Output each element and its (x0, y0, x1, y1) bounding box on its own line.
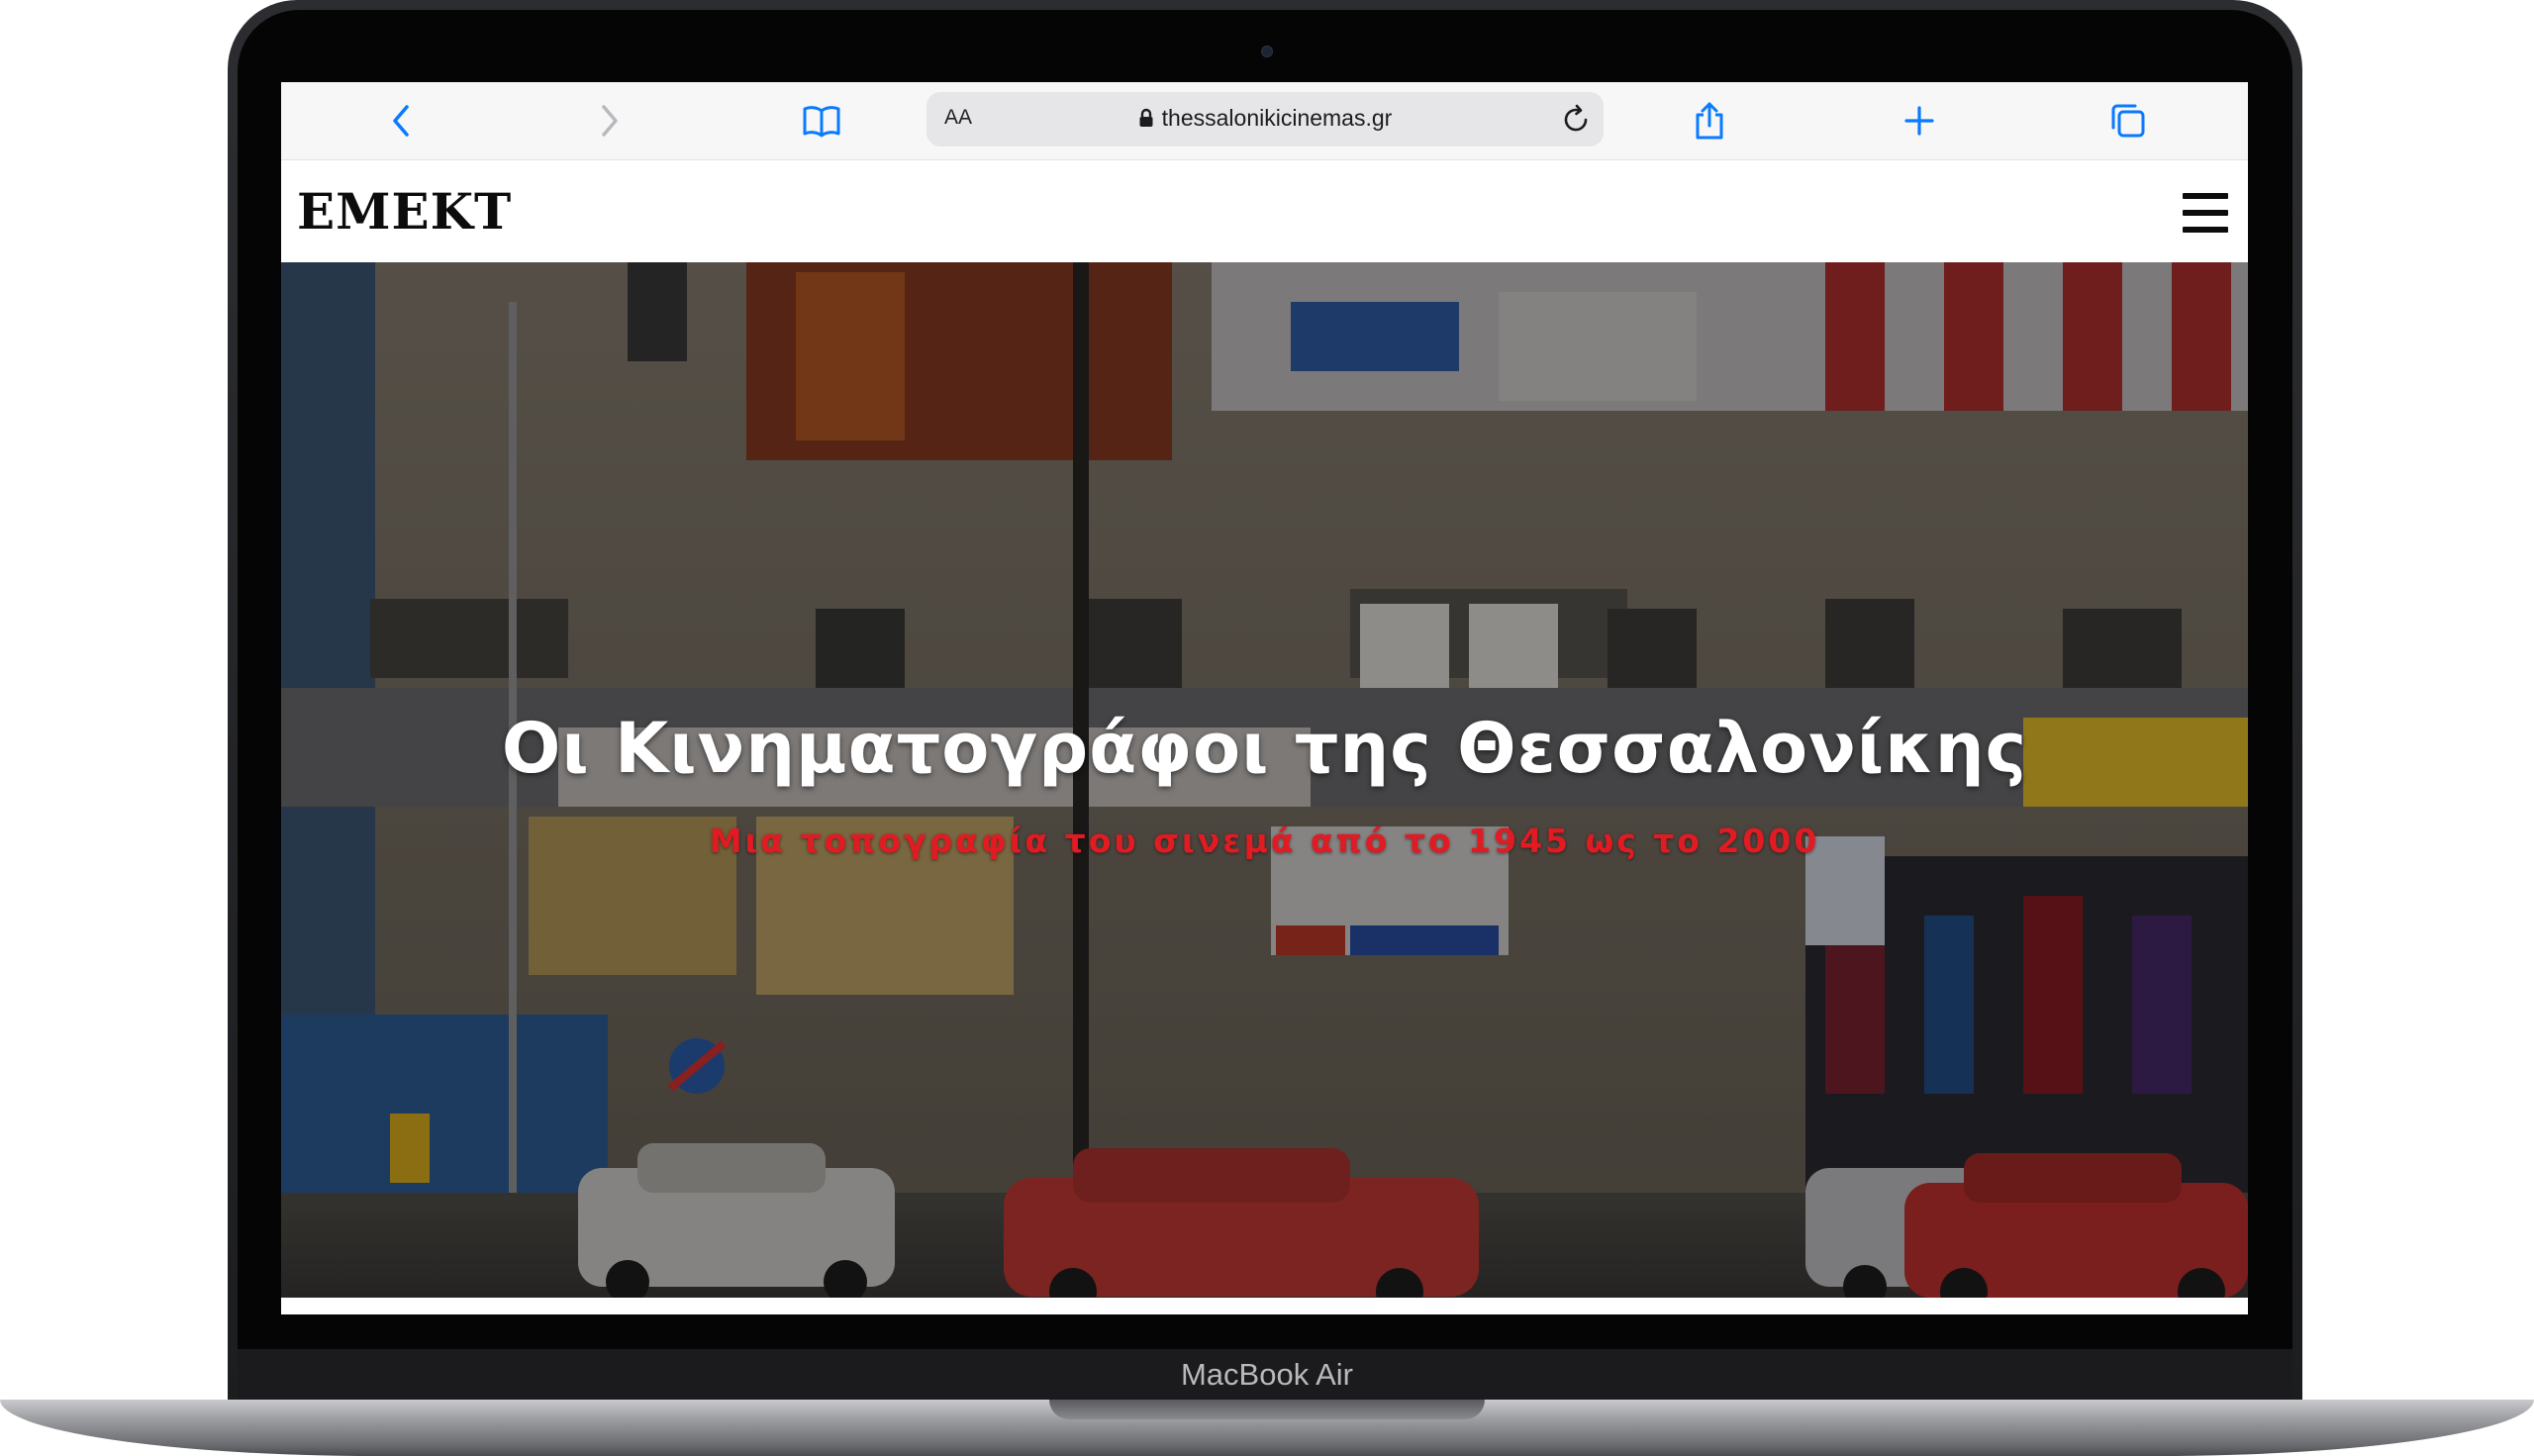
share-icon[interactable] (1687, 98, 1732, 144)
hamburger-menu-icon[interactable] (2183, 193, 2228, 235)
laptop-mockup: AA thessalonikicinemas.gr ΕΜΕΚΤ Οι Κινημ… (0, 0, 2534, 1456)
plus-icon[interactable] (1897, 98, 1942, 144)
reload-icon[interactable] (1560, 104, 1592, 136)
lock-icon (1138, 107, 1154, 134)
browser-toolbar: AA thessalonikicinemas.gr (281, 82, 2248, 160)
tabs-icon[interactable] (2105, 98, 2151, 144)
site-header: ΕΜΕΚΤ (281, 160, 2248, 262)
url-display[interactable]: thessalonikicinemas.gr (926, 105, 1604, 134)
hero-title: Οι Κινηματογράφοι της Θεσσαλονίκης (501, 708, 2028, 789)
model-label: MacBook Air (1180, 1357, 1353, 1392)
site-logo[interactable]: ΕΜΕΚΤ (297, 182, 512, 241)
camera-icon (1261, 46, 1273, 57)
chevron-right-icon[interactable] (587, 98, 633, 144)
book-icon[interactable] (799, 98, 844, 144)
browser-screen: AA thessalonikicinemas.gr ΕΜΕΚΤ Οι Κινημ… (281, 82, 2248, 1314)
chevron-left-icon[interactable] (378, 98, 424, 144)
address-bar[interactable]: AA thessalonikicinemas.gr (926, 92, 1604, 146)
laptop-hinge-notch (1049, 1400, 1485, 1419)
url-text: thessalonikicinemas.gr (1161, 105, 1393, 131)
page-content-edge (281, 1298, 2248, 1314)
hero-section: Οι Κινηματογράφοι της Θεσσαλονίκης Μια τ… (281, 262, 2248, 1298)
hero-subtitle: Μια τοπογραφία του σινεμά από το 1945 ως… (709, 822, 1820, 860)
